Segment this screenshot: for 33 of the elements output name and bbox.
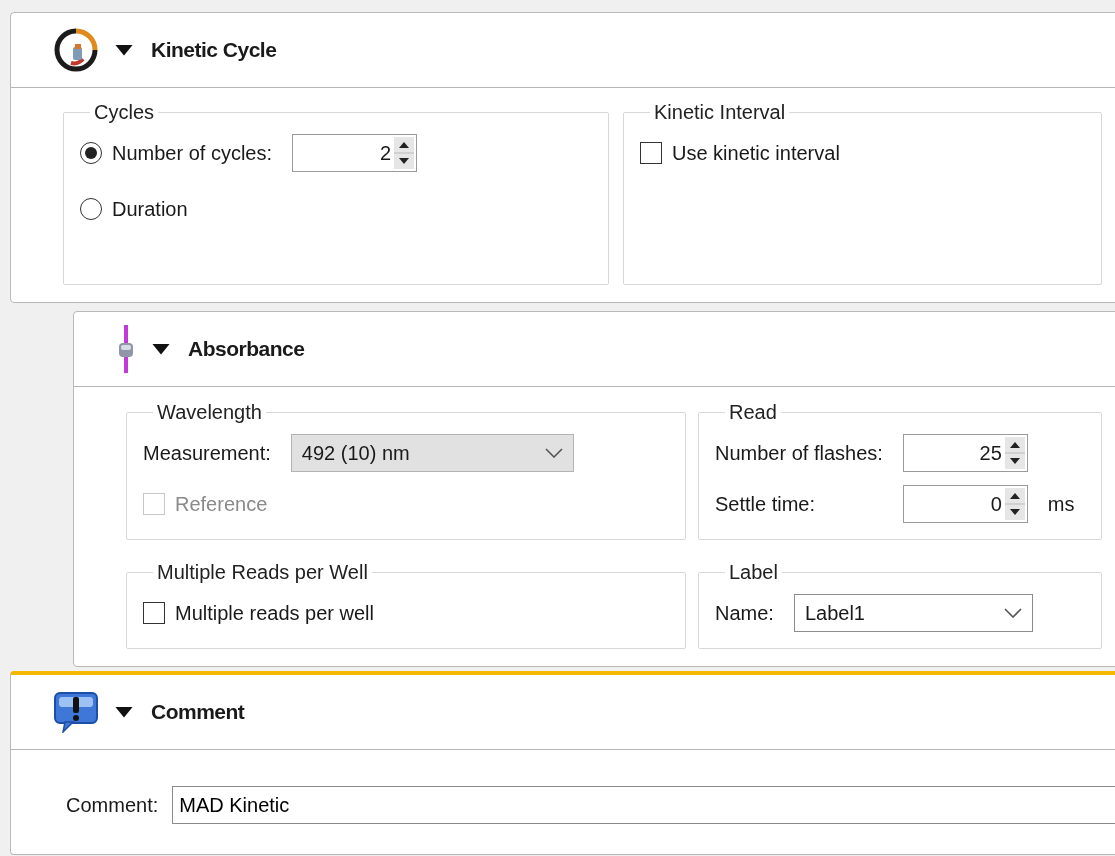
group-label: Multiple Reads per Well: [156, 560, 369, 584]
dropdown[interactable]: 492 (10) nm: [290, 434, 574, 472]
spin-buttons[interactable]: [394, 137, 415, 169]
field-label: Measurement:: [143, 441, 271, 466]
spin-buttons[interactable]: [1004, 437, 1025, 469]
number-spinner[interactable]: 2: [292, 134, 418, 172]
cycle-icon: [53, 27, 99, 73]
radio-button[interactable]: Duration: [80, 190, 438, 228]
unit-label: ms: [1047, 492, 1075, 517]
alert-bubble-icon: [53, 691, 99, 733]
section-title: Kinetic Cycle: [151, 37, 277, 64]
number-spinner[interactable]: 0: [902, 485, 1028, 523]
dropdown[interactable]: Label1: [793, 594, 1033, 632]
section-title: Comment: [151, 699, 245, 726]
chevron-down-icon: [1003, 608, 1022, 618]
field-label: Comment:: [66, 793, 159, 818]
checkbox[interactable]: Use kinetic interval: [640, 134, 840, 172]
group-label: Cycles: [93, 100, 155, 124]
group-label: Wavelength: [156, 400, 263, 424]
radio-button[interactable]: Number of cycles:: [80, 134, 273, 172]
section-title: Absorbance: [188, 336, 305, 363]
field-label: Name:: [715, 601, 774, 626]
chevron-down-icon: [544, 448, 563, 458]
light-beam-icon: [116, 325, 136, 373]
group-label: Label: [728, 560, 779, 584]
spin-buttons[interactable]: [1004, 488, 1025, 520]
group-label: Kinetic Interval: [653, 100, 787, 124]
number-spinner[interactable]: 25: [902, 434, 1028, 472]
checkbox[interactable]: Multiple reads per well: [143, 594, 374, 632]
group-label: Read: [728, 400, 778, 424]
field-label: Settle time:: [715, 492, 817, 517]
text-field[interactable]: MAD Kinetic: [172, 786, 1115, 824]
field-label: Number of flashes:: [715, 441, 883, 466]
